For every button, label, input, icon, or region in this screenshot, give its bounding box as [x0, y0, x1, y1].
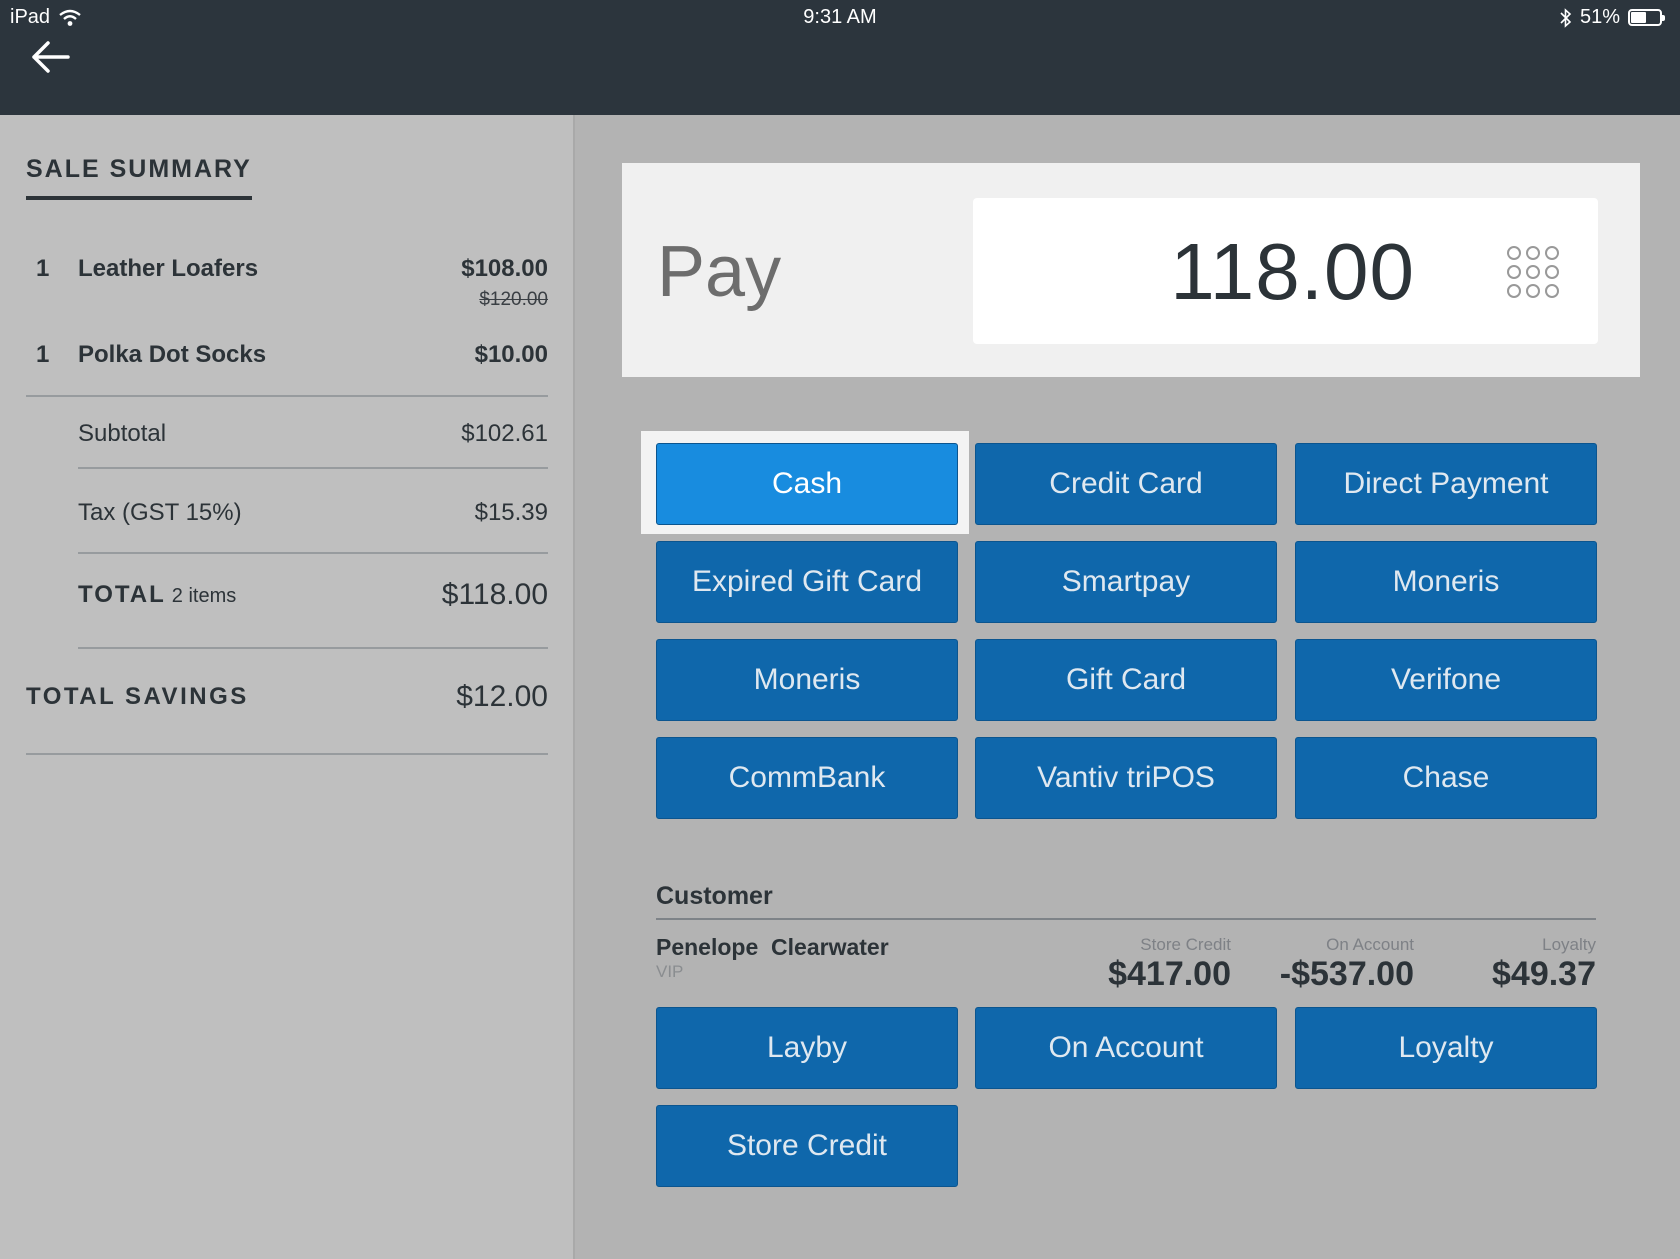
- divider: [26, 753, 548, 755]
- item-qty: 1: [36, 255, 50, 282]
- top-bar: iPad 9:31 AM 51%: [0, 0, 1680, 115]
- store-credit-button[interactable]: Store Credit: [656, 1105, 958, 1187]
- item-name: Leather Loafers: [78, 255, 259, 282]
- payment-expired-gift-card-button[interactable]: Expired Gift Card: [656, 541, 958, 623]
- total-items-count: 2 items: [171, 585, 237, 607]
- bluetooth-icon: [1560, 7, 1572, 28]
- divider: [78, 467, 548, 469]
- store-credit-label: Store Credit: [1140, 935, 1231, 954]
- savings-value: $12.00: [456, 680, 548, 713]
- item-price: $10.00: [474, 341, 548, 368]
- pay-amount-field[interactable]: 118.00: [973, 198, 1598, 344]
- sale-summary-panel: SALE SUMMARY 1 Leather Loafers $108.00 $…: [0, 115, 575, 1259]
- store-credit-value: $417.00: [1108, 955, 1231, 993]
- tax-label: Tax (GST 15%): [78, 499, 242, 526]
- payment-credit-card-button[interactable]: Credit Card: [975, 443, 1277, 525]
- item-qty: 1: [36, 341, 50, 368]
- tax-row: Tax (GST 15%) $15.39: [78, 499, 548, 527]
- tax-value: $15.39: [474, 499, 548, 526]
- status-right: 51%: [1560, 6, 1665, 29]
- loyalty-button[interactable]: Loyalty: [1295, 1007, 1597, 1089]
- subtotal-value: $102.61: [461, 420, 548, 447]
- loyalty-value: $49.37: [1492, 955, 1596, 993]
- keypad-icon[interactable]: [1507, 246, 1559, 298]
- pay-label: Pay: [657, 232, 782, 312]
- payment-chase-button[interactable]: Chase: [1295, 737, 1597, 819]
- on-account-button[interactable]: On Account: [975, 1007, 1277, 1089]
- divider: [656, 918, 1596, 920]
- pay-panel: Pay 118.00: [622, 163, 1640, 377]
- battery-icon: [1628, 9, 1665, 26]
- loyalty-label: Loyalty: [1542, 935, 1596, 954]
- divider: [78, 552, 548, 554]
- pay-amount: 118.00: [1170, 227, 1415, 316]
- savings-row: TOTAL SAVINGS $12.00: [26, 680, 548, 713]
- payment-cash-button[interactable]: Cash: [656, 443, 958, 525]
- payment-verifone-button[interactable]: Verifone: [1295, 639, 1597, 721]
- payment-direct-payment-button[interactable]: Direct Payment: [1295, 443, 1597, 525]
- payment-vantiv-tripos-button[interactable]: Vantiv triPOS: [975, 737, 1277, 819]
- total-row: TOTAL 2 items $118.00: [78, 578, 548, 611]
- item-price: $108.00: [461, 255, 548, 282]
- payment-moneris-button[interactable]: Moneris: [1295, 541, 1597, 623]
- payment-commbank-button[interactable]: CommBank: [656, 737, 958, 819]
- payment-moneris-button-2[interactable]: Moneris: [656, 639, 958, 721]
- savings-label: TOTAL SAVINGS: [26, 683, 249, 710]
- subtotal-label: Subtotal: [78, 420, 167, 447]
- subtotal-row: Subtotal $102.61: [78, 420, 548, 448]
- item-original-price: $120.00: [479, 289, 548, 310]
- on-account-balance: On Account -$537.00: [1280, 935, 1414, 994]
- back-arrow-icon[interactable]: [28, 38, 72, 76]
- layby-button[interactable]: Layby: [656, 1007, 958, 1089]
- customer-name: Penelope Clearwater: [656, 934, 889, 960]
- divider: [26, 395, 548, 397]
- divider: [78, 647, 548, 649]
- payment-gift-card-button[interactable]: Gift Card: [975, 639, 1277, 721]
- clock: 9:31 AM: [803, 6, 877, 28]
- payment-smartpay-button[interactable]: Smartpay: [975, 541, 1277, 623]
- loyalty-balance: Loyalty $49.37: [1492, 935, 1596, 994]
- store-credit-balance: Store Credit $417.00: [1108, 935, 1231, 994]
- customer-tag: VIP: [656, 962, 684, 981]
- on-account-value: -$537.00: [1279, 955, 1414, 993]
- total-label: TOTAL: [78, 581, 166, 608]
- sale-summary-title: SALE SUMMARY: [26, 155, 252, 200]
- on-account-label: On Account: [1326, 935, 1414, 954]
- total-value: $118.00: [441, 578, 548, 611]
- item-name: Polka Dot Socks: [78, 341, 267, 368]
- battery-percent: 51%: [1579, 6, 1620, 28]
- customer-section-title: Customer: [656, 882, 773, 910]
